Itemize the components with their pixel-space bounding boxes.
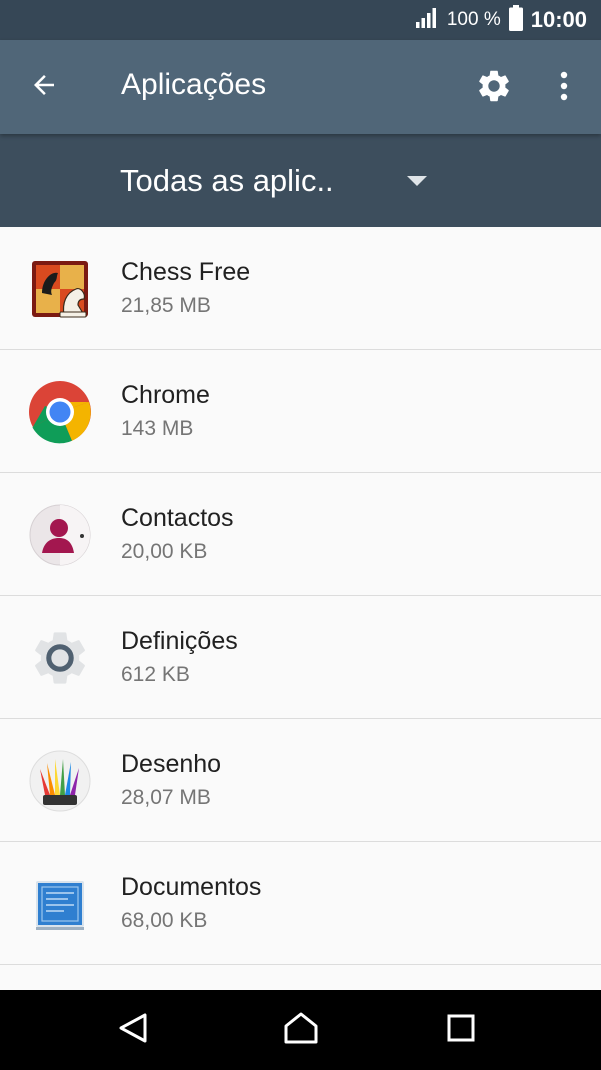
nav-recents-button[interactable] [429, 998, 493, 1062]
battery-icon [508, 4, 523, 36]
navigation-bar [0, 990, 601, 1070]
gear-icon [475, 67, 513, 110]
documents-icon [28, 872, 92, 936]
app-name: Desenho [121, 750, 222, 778]
contacts-icon [28, 503, 92, 567]
list-item-documentos[interactable]: Documentos 68,00 KB [0, 842, 601, 965]
home-icon [283, 1011, 319, 1050]
app-name: Definições [121, 627, 238, 655]
app-size: 68,00 KB [121, 909, 208, 932]
app-size: 20,00 KB [121, 540, 208, 563]
app-bar: Aplicações [0, 40, 601, 134]
page-title: Aplicações [121, 68, 267, 101]
chess-icon [28, 257, 92, 321]
app-size: 21,85 MB [121, 294, 211, 317]
more-vert-icon [559, 70, 569, 107]
app-name: Contactos [121, 504, 234, 532]
app-name: Chess Free [121, 258, 251, 286]
signal-icon [415, 7, 439, 34]
sketch-icon [28, 749, 92, 813]
back-triangle-icon [116, 1011, 150, 1050]
list-item-definicoes[interactable]: Definições 612 KB [0, 596, 601, 719]
back-arrow-icon [29, 70, 59, 105]
recents-icon [446, 1013, 476, 1048]
list-item-contactos[interactable]: Contactos 20,00 KB [0, 473, 601, 596]
filter-bar: Todas as aplic.. [0, 134, 601, 227]
back-button[interactable] [20, 63, 68, 111]
more-options-button[interactable] [540, 64, 588, 112]
app-list: Chess Free 21,85 MB Chrome 143 MB Contac… [0, 227, 601, 965]
clock: 10:00 [530, 7, 587, 32]
nav-home-button[interactable] [269, 998, 333, 1062]
chrome-icon [28, 380, 92, 444]
app-filter-value: Todas as aplic.. [120, 162, 334, 198]
settings-button[interactable] [470, 64, 518, 112]
status-bar-right: 100 % 10:00 [415, 0, 587, 40]
list-item-desenho[interactable]: Desenho 28,07 MB [0, 719, 601, 842]
app-name: Chrome [121, 381, 210, 409]
app-size: 612 KB [121, 663, 190, 686]
list-item-chess-free[interactable]: Chess Free 21,85 MB [0, 227, 601, 350]
nav-back-button[interactable] [101, 998, 165, 1062]
list-item-chrome[interactable]: Chrome 143 MB [0, 350, 601, 473]
app-filter-dropdown[interactable]: Todas as aplic.. [120, 134, 440, 227]
battery-percent: 100 % [446, 9, 501, 30]
settings-icon [28, 626, 92, 690]
app-name: Documentos [121, 873, 262, 901]
status-bar: 100 % 10:00 [0, 0, 601, 40]
app-size: 28,07 MB [121, 786, 211, 809]
app-size: 143 MB [121, 417, 194, 440]
chevron-down-icon[interactable] [407, 176, 427, 186]
